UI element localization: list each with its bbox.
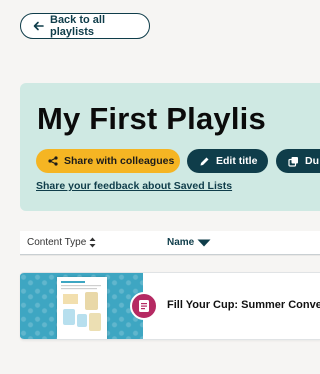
share-icon [48, 156, 58, 166]
resource-title[interactable]: Fill Your Cup: Summer Conve [167, 299, 320, 311]
duplicate-button-label: Du [305, 155, 319, 167]
sort-arrows-icon [89, 237, 96, 248]
back-button-label: Back to all playlists [50, 14, 106, 38]
share-button-label: Share with colleagues [64, 155, 175, 167]
feedback-link[interactable]: Share your feedback about Saved Lists [36, 180, 232, 192]
resource-card[interactable]: Fill Your Cup: Summer Conve [20, 272, 320, 340]
sort-name-label: Name [167, 237, 195, 248]
share-with-colleagues-button[interactable]: Share with colleagues [36, 149, 180, 173]
sort-descending-icon [197, 239, 211, 247]
back-to-playlists-button[interactable]: Back to all playlists [20, 13, 150, 39]
sort-bar: Content Type Name [20, 231, 320, 255]
resource-thumbnail [20, 273, 143, 339]
page-title: My First Playlis [37, 101, 266, 136]
pencil-icon [199, 156, 210, 167]
edit-button-label: Edit title [216, 155, 258, 167]
arrow-left-icon [33, 21, 44, 31]
copy-icon [288, 156, 299, 167]
duplicate-button[interactable]: Du [276, 149, 320, 173]
sort-content-type-label: Content Type [27, 237, 87, 248]
playlist-header: My First Playlis Share with colleagues E… [20, 83, 320, 211]
sort-name[interactable]: Name [167, 231, 211, 254]
sort-content-type[interactable]: Content Type [27, 231, 96, 254]
edit-title-button[interactable]: Edit title [187, 149, 268, 173]
worksheet-preview [57, 277, 107, 339]
document-icon [130, 292, 158, 320]
